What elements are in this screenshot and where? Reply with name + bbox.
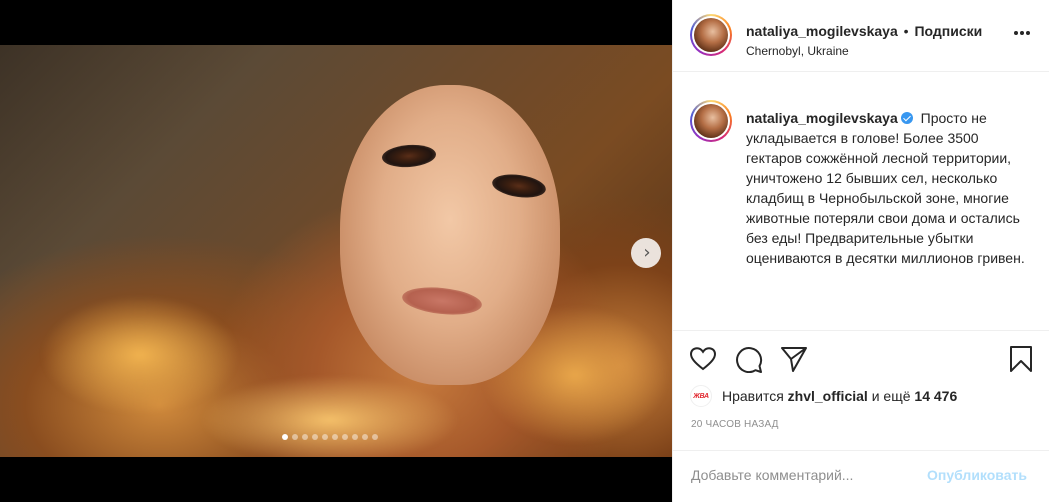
comment-input[interactable] [691,467,921,483]
post-actions: ЖВА Нравится zhvl_official и ещё 14 476 … [673,330,1049,460]
following-button[interactable]: Подписки [914,23,982,39]
carousel-next-button[interactable]: › [631,238,661,268]
carousel-dot [332,434,338,440]
carousel-dot [312,434,318,440]
bookmark-icon[interactable] [1009,345,1033,373]
heart-icon[interactable] [690,347,716,371]
post-photo[interactable] [0,45,672,457]
likes-line: ЖВА Нравится zhvl_official и ещё 14 476 [690,385,957,407]
caption-username-link[interactable]: nataliya_mogilevskaya [746,110,898,126]
carousel-dot [292,434,298,440]
carousel-dot [302,434,308,440]
carousel-dot [342,434,348,440]
post-media: › [0,0,672,502]
comment-icon[interactable] [735,346,763,373]
avatar[interactable] [690,14,732,56]
post-side-panel: nataliya_mogilevskaya • Подписки Chernob… [672,0,1049,502]
username-link[interactable]: nataliya_mogilevskaya [746,23,898,39]
comment-form: Опубликовать [673,450,1049,502]
header-user-line: nataliya_mogilevskaya • Подписки [746,23,982,39]
carousel-dot [372,434,378,440]
carousel-indicator [282,434,378,440]
liker-avatar-text: ЖВА [693,392,709,400]
liker-avatar[interactable]: ЖВА [690,385,712,407]
post-timestamp[interactable]: 20 ЧАСОВ НАЗАД [691,419,779,430]
likes-prefix: Нравится [722,388,784,404]
carousel-dot [282,434,288,440]
post-caption: nataliya_mogilevskaya Просто не укладыва… [673,72,1049,330]
caption-body: Просто не укладывается в голове! Более 3… [746,110,1025,266]
paper-plane-icon[interactable] [780,346,808,372]
more-options-icon[interactable] [1014,30,1030,36]
carousel-dot [362,434,368,440]
hair-highlight [200,375,460,457]
likes-count-link[interactable]: 14 476 [914,388,957,404]
post-header: nataliya_mogilevskaya • Подписки Chernob… [673,0,1049,72]
caption-text-block: nataliya_mogilevskaya Просто не укладыва… [746,108,1031,268]
carousel-dot [352,434,358,440]
publish-button[interactable]: Опубликовать [927,467,1027,483]
hair-highlight [40,295,240,415]
separator: • [903,23,909,39]
verified-badge-icon [900,112,913,124]
liker-username-link[interactable]: zhvl_official [788,388,868,404]
chevron-right-icon: › [643,242,651,263]
carousel-dot [322,434,328,440]
face [340,85,560,385]
instagram-post: › nataliya_mogilevskaya • Подписки Chern… [0,0,1049,502]
location-link[interactable]: Chernobyl, Ukraine [746,44,849,58]
likes-middle: и ещё [871,388,911,404]
caption-avatar[interactable] [690,100,732,142]
